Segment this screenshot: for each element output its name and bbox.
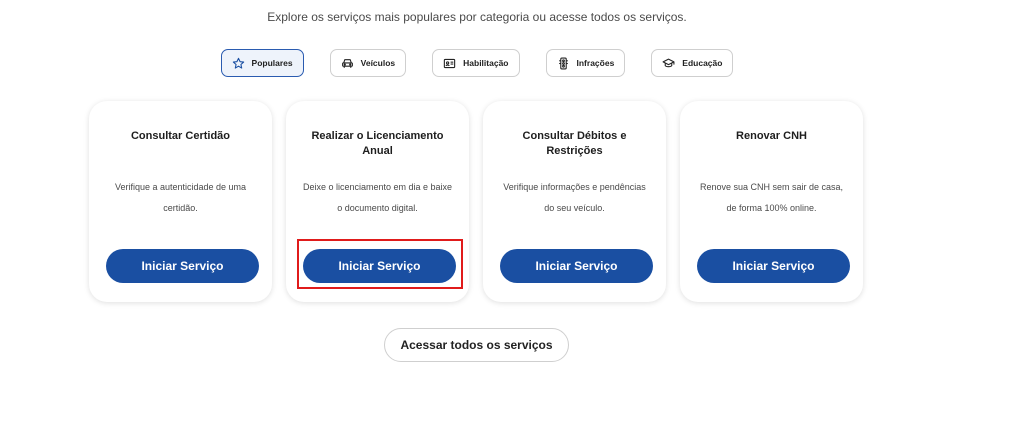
service-card: Renovar CNH Renove sua CNH sem sair de c… [680,101,863,302]
card-description: Renove sua CNH sem sair de casa, de form… [699,182,844,213]
card-description: Deixe o licenciamento em dia e baixe o d… [302,182,453,213]
tab-label: Veículos [360,58,396,68]
service-card: Consultar Débitos e Restrições Verifique… [483,101,666,302]
card-title: Consultar Certidão [130,130,230,142]
start-service-button[interactable]: Iniciar Serviço [500,249,653,283]
tab-educacao[interactable]: Educação [651,49,734,77]
tab-label: Educação [682,58,723,68]
tab-infracoes[interactable]: Infrações [545,49,626,77]
service-card: Realizar o Licenciamento Anual Deixe o l… [286,101,469,302]
tab-label: Infrações [576,58,615,68]
all-services-button[interactable]: Acessar todos os serviços [384,328,569,362]
car-icon [341,57,354,70]
tab-habilitacao[interactable]: Habilitação [432,49,520,77]
tab-label: Populares [251,58,293,68]
service-card: Consultar Certidão Verifique a autentici… [89,101,272,302]
card-title: Realizar o Licenciamento Anual [311,130,444,157]
card-description: Verifique a autenticidade de uma certidã… [114,182,247,213]
card-description: Verifique informações e pendências do se… [503,182,646,213]
service-cards: Consultar Certidão Verifique a autentici… [89,101,863,302]
page-subtitle: Explore os serviços mais populares por c… [267,10,687,24]
card-title: Consultar Débitos e Restrições [522,130,627,157]
graduation-cap-icon [662,57,675,70]
traffic-light-icon [557,57,570,70]
card-title: Renovar CNH [736,130,807,142]
tab-label: Habilitação [463,58,509,68]
tab-veiculos[interactable]: Veículos [329,49,407,77]
tab-populares[interactable]: Populares [220,49,304,77]
category-tabs: Populares Veículos Habilitação Infrações… [0,49,954,77]
start-service-button[interactable]: Iniciar Serviço [303,249,456,283]
start-service-button[interactable]: Iniciar Serviço [106,249,259,283]
start-service-button[interactable]: Iniciar Serviço [697,249,850,283]
star-icon [232,57,245,70]
id-card-icon [443,57,456,70]
